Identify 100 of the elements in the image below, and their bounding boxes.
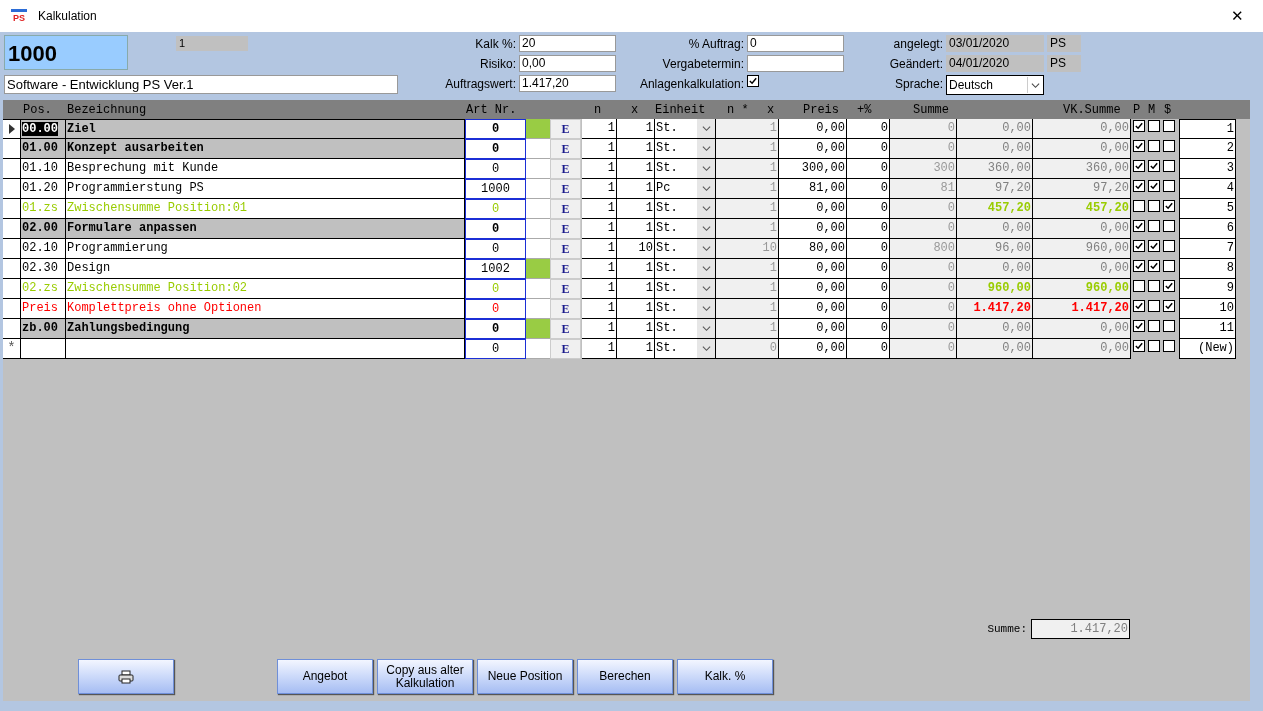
input-field[interactable] [747, 55, 844, 72]
input-field[interactable]: 0 [465, 319, 526, 339]
dropdown-button[interactable] [697, 139, 715, 158]
input-field[interactable]: 1002 [465, 259, 526, 279]
action-button[interactable]: Kalk. % [677, 659, 773, 694]
edit-button[interactable]: E [550, 339, 581, 359]
action-button[interactable]: Angebot [277, 659, 373, 694]
checkbox[interactable] [1147, 320, 1160, 332]
dropdown-button[interactable] [697, 239, 715, 258]
checkbox[interactable] [1162, 220, 1175, 232]
row-marker[interactable] [3, 319, 21, 339]
description-field[interactable]: Software - Entwicklung PS Ver.1 [4, 75, 398, 94]
dropdown-button[interactable] [697, 159, 715, 178]
checkbox[interactable] [1132, 300, 1145, 312]
input-field[interactable]: 0,00 [519, 55, 616, 72]
unit-select[interactable]: St. [655, 239, 716, 259]
checkbox[interactable] [1147, 160, 1160, 172]
row-marker[interactable] [3, 139, 21, 159]
checkbox[interactable] [1132, 220, 1145, 232]
row-marker[interactable] [3, 279, 21, 299]
edit-button[interactable]: E [550, 299, 581, 319]
edit-button[interactable]: E [550, 179, 581, 199]
checkbox[interactable] [1162, 340, 1175, 352]
checkbox[interactable] [1132, 240, 1145, 252]
unit-select[interactable]: St. [655, 319, 716, 339]
input-field[interactable]: 1.417,20 [519, 75, 616, 92]
edit-button[interactable]: E [550, 159, 581, 179]
input-field[interactable]: 20 [519, 35, 616, 52]
edit-button[interactable]: E [550, 319, 581, 339]
row-marker[interactable] [3, 179, 21, 199]
dropdown-button[interactable] [697, 179, 715, 198]
dropdown-button[interactable] [697, 319, 715, 338]
checkbox[interactable] [1162, 120, 1175, 132]
checkbox[interactable] [1132, 340, 1145, 352]
unit-select[interactable]: St. [655, 259, 716, 279]
edit-button[interactable]: E [550, 259, 581, 279]
row-marker[interactable]: * [3, 339, 21, 359]
unit-select[interactable]: St. [655, 219, 716, 239]
row-marker[interactable] [3, 299, 21, 319]
input-field[interactable]: 0 [465, 239, 526, 259]
row-marker[interactable] [3, 259, 21, 279]
unit-select[interactable]: St. [655, 279, 716, 299]
checkbox[interactable] [747, 75, 759, 87]
print-button[interactable] [78, 659, 174, 694]
input-field[interactable]: 0 [465, 139, 526, 159]
dropdown-button[interactable] [697, 339, 715, 358]
unit-select[interactable]: St. [655, 199, 716, 219]
input-field[interactable]: 0 [747, 35, 844, 52]
edit-button[interactable]: E [550, 199, 581, 219]
input-field[interactable]: 0 [465, 159, 526, 179]
checkbox[interactable] [1147, 200, 1160, 212]
checkbox[interactable] [1162, 240, 1175, 252]
edit-button[interactable]: E [550, 119, 581, 139]
unit-select[interactable]: St. [655, 139, 716, 159]
checkbox[interactable] [1147, 260, 1160, 272]
row-marker[interactable] [3, 159, 21, 179]
checkbox[interactable] [1147, 300, 1160, 312]
dropdown-button[interactable] [697, 279, 715, 298]
dropdown-button[interactable] [697, 119, 715, 138]
checkbox[interactable] [1132, 260, 1145, 272]
checkbox[interactable] [1162, 160, 1175, 172]
checkbox[interactable] [1132, 140, 1145, 152]
unit-select[interactable]: St. [655, 159, 716, 179]
checkbox[interactable] [1162, 200, 1175, 212]
row-marker[interactable] [3, 219, 21, 239]
checkbox[interactable] [1132, 320, 1145, 332]
checkbox[interactable] [1147, 280, 1160, 292]
checkbox[interactable] [1132, 280, 1145, 292]
unit-select[interactable]: St. [655, 339, 716, 359]
edit-button[interactable]: E [550, 239, 581, 259]
checkbox[interactable] [1162, 180, 1175, 192]
row-marker[interactable] [3, 119, 21, 139]
close-button[interactable]: ✕ [1225, 4, 1249, 28]
unit-select[interactable]: Pc [655, 179, 716, 199]
row-marker[interactable] [3, 239, 21, 259]
checkbox[interactable] [1132, 160, 1145, 172]
checkbox[interactable] [1162, 280, 1175, 292]
checkbox[interactable] [1147, 240, 1160, 252]
edit-button[interactable]: E [550, 219, 581, 239]
row-marker[interactable] [3, 199, 21, 219]
input-field[interactable]: 1000 [465, 179, 526, 199]
checkbox[interactable] [1162, 140, 1175, 152]
dropdown-button[interactable] [697, 219, 715, 238]
checkbox[interactable] [1162, 260, 1175, 272]
checkbox[interactable] [1132, 180, 1145, 192]
checkbox[interactable] [1162, 300, 1175, 312]
input-field[interactable]: 0 [465, 119, 526, 139]
action-button[interactable]: Neue Position [477, 659, 573, 694]
action-button[interactable]: Copy aus alter Kalkulation [377, 659, 473, 694]
input-field[interactable]: 0 [465, 219, 526, 239]
checkbox[interactable] [1147, 180, 1160, 192]
dropdown-button[interactable] [697, 299, 715, 318]
checkbox[interactable] [1162, 320, 1175, 332]
checkbox[interactable] [1147, 220, 1160, 232]
checkbox[interactable] [1147, 340, 1160, 352]
language-select[interactable]: Deutsch [946, 75, 1044, 95]
checkbox[interactable] [1147, 140, 1160, 152]
checkbox[interactable] [1132, 200, 1145, 212]
dropdown-button[interactable] [697, 259, 715, 278]
unit-select[interactable]: St. [655, 299, 716, 319]
